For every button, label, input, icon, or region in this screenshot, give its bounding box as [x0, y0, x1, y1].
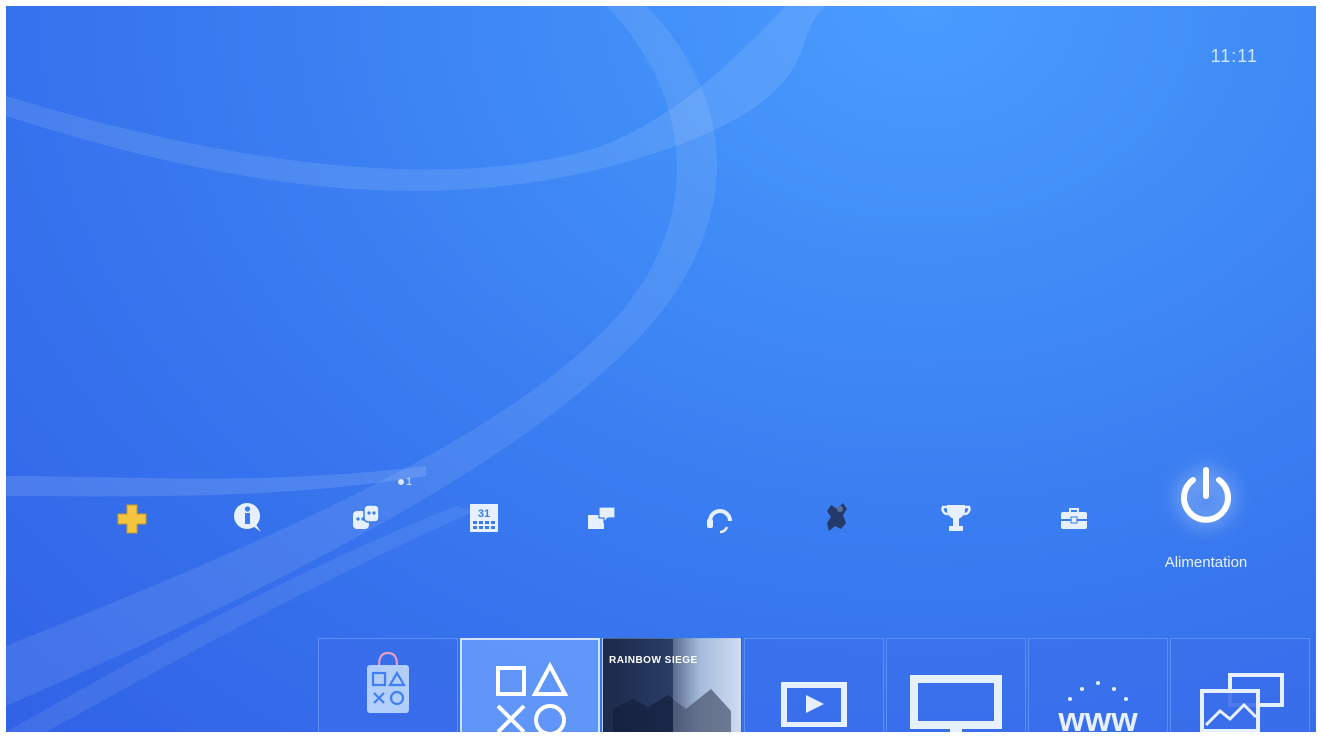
ps-symbols-icon [496, 661, 569, 732]
tile-share-play[interactable] [886, 638, 1026, 732]
tile-playstation-store[interactable] [318, 638, 458, 732]
content-row: RAINBOW SIEGE www [318, 638, 1312, 732]
home-screen: 11:11 31 1 Alimentation RAINBOW SIEGE ww… [6, 6, 1316, 732]
power-icon[interactable] [1171, 462, 1241, 532]
tile-tv-video[interactable] [744, 638, 884, 732]
info-icon[interactable] [228, 498, 268, 538]
calendar-day: 31 [478, 508, 490, 520]
tile-library[interactable] [460, 638, 600, 732]
badge-dot [398, 479, 404, 486]
game-cover [613, 639, 741, 732]
tile-internet-browser[interactable]: www [1028, 638, 1168, 732]
monitor-icon [910, 675, 1002, 732]
store-bag-icon [367, 651, 409, 713]
wave-background [6, 6, 826, 732]
tile-rainbow-six-siege[interactable]: RAINBOW SIEGE [602, 638, 742, 732]
tile-capture-gallery[interactable] [1170, 638, 1310, 732]
friends-notification-badge: 1 [398, 476, 412, 488]
ps-plus-icon[interactable] [112, 498, 152, 538]
www-icon: www [1057, 681, 1138, 732]
avatar-icon[interactable] [818, 496, 858, 536]
power-label: Alimentation [1164, 554, 1248, 571]
gallery-icon [1200, 673, 1284, 732]
trophy-icon[interactable] [936, 498, 976, 538]
game-title: RAINBOW SIEGE [609, 655, 698, 666]
messages-icon[interactable] [582, 498, 622, 538]
play-icon [781, 682, 847, 727]
calendar-icon[interactable]: 31 [464, 498, 504, 538]
power-item[interactable]: Alimentation [1146, 462, 1266, 571]
badge-count: 1 [406, 476, 413, 488]
www-label: www [1057, 701, 1138, 732]
clock: 11:11 [1210, 46, 1258, 66]
toolbox-icon[interactable] [1054, 498, 1094, 538]
function-bar: 31 [6, 466, 1316, 576]
friends-icon[interactable] [346, 498, 386, 538]
headset-icon[interactable] [700, 498, 740, 538]
